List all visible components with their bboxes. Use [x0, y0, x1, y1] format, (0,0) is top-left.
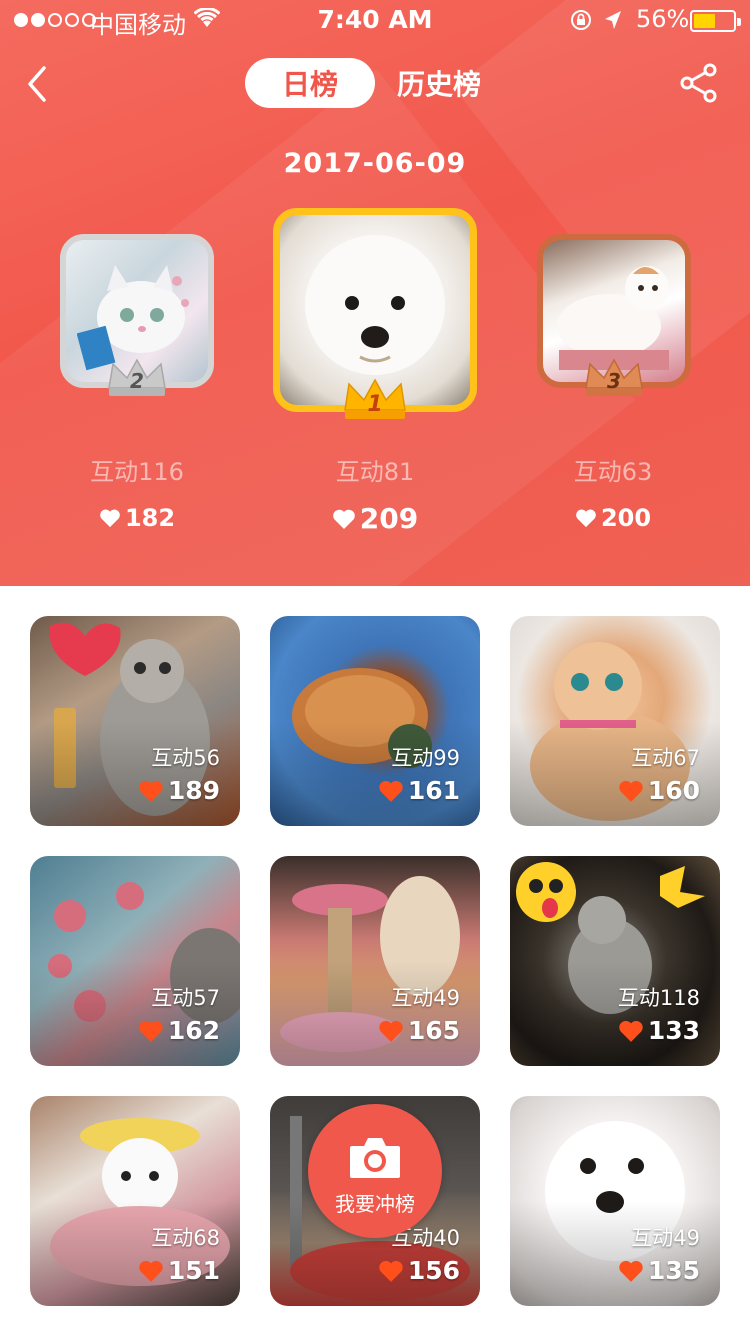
podium-likes-count: 209 — [359, 502, 419, 535]
heart-icon — [139, 1020, 163, 1042]
heart-icon — [139, 780, 163, 802]
cat-photo — [77, 265, 189, 371]
cat-photo — [557, 266, 669, 370]
card-interaction-label: 互动57 — [151, 986, 220, 1010]
podium-likes: 200 — [513, 504, 713, 532]
card-interaction-label: 互动68 — [151, 1226, 220, 1250]
podium-interaction-label: 互动81 — [335, 458, 415, 486]
card-likes: 161 — [378, 776, 460, 805]
heart-icon — [379, 1260, 403, 1282]
card-interaction-label: 互动56 — [151, 746, 220, 770]
podium-interaction-label: 互动63 — [573, 458, 653, 486]
ranking-date: 2017-06-09 — [283, 148, 467, 179]
pet-card[interactable]: 互动56 189 — [30, 616, 240, 826]
card-likes: 151 — [138, 1256, 220, 1285]
pet-card[interactable]: 互动49 135 — [510, 1096, 720, 1306]
card-likes-count: 135 — [647, 1256, 700, 1285]
card-likes: 162 — [138, 1016, 220, 1045]
card-likes-count: 165 — [407, 1016, 460, 1045]
heart-icon — [619, 780, 643, 802]
card-likes: 156 — [378, 1256, 460, 1285]
location-icon — [605, 11, 621, 29]
card-interaction-label: 互动99 — [391, 746, 460, 770]
ranking-tabs: 日榜 历史榜 — [245, 58, 481, 108]
heart-icon — [332, 509, 355, 529]
camera-icon — [350, 1138, 400, 1178]
pet-card[interactable]: 互动57 162 — [30, 856, 240, 1066]
gold-crown-icon: 1 — [344, 378, 406, 419]
card-likes: 165 — [378, 1016, 460, 1045]
crown-rank-number: 3 — [607, 369, 621, 393]
heart-icon — [619, 1260, 643, 1282]
card-likes-count: 151 — [167, 1256, 220, 1285]
status-bar: 中国移动 7:40 AM 56% — [0, 0, 750, 40]
card-likes-count: 162 — [167, 1016, 220, 1045]
podium-interaction-label: 互动116 — [90, 458, 184, 486]
pet-card[interactable]: 互动49 165 — [270, 856, 480, 1066]
card-likes: 160 — [618, 776, 700, 805]
heart-icon — [379, 1020, 403, 1042]
share-button[interactable] — [678, 62, 720, 104]
card-likes-count: 189 — [167, 776, 220, 805]
card-likes-count: 156 — [407, 1256, 460, 1285]
heart-icon — [100, 509, 120, 528]
card-likes-count: 161 — [407, 776, 460, 805]
card-likes-count: 160 — [647, 776, 700, 805]
card-likes: 135 — [618, 1256, 700, 1285]
tab-daily[interactable]: 日榜 — [245, 58, 375, 108]
card-likes: 133 — [618, 1016, 700, 1045]
tab-history[interactable]: 历史榜 — [397, 63, 481, 103]
card-interaction-label: 互动49 — [391, 986, 460, 1010]
back-button[interactable] — [20, 62, 60, 106]
crown-rank-number: 1 — [367, 392, 382, 417]
card-likes-count: 133 — [647, 1016, 700, 1045]
podium-likes-count: 182 — [124, 504, 176, 532]
join-ranking-button[interactable]: 我要冲榜 — [308, 1104, 442, 1238]
pet-card[interactable]: 互动68 151 — [30, 1096, 240, 1306]
card-likes: 189 — [138, 776, 220, 805]
card-interaction-label: 互动67 — [631, 746, 700, 770]
podium-likes: 182 — [37, 504, 237, 532]
pet-card[interactable]: 互动118 133 — [510, 856, 720, 1066]
ranking-header: 中国移动 7:40 AM 56% 日榜 历史榜 2017-06-09 2 1 3… — [0, 0, 750, 586]
battery-icon — [690, 10, 741, 32]
heart-icon — [379, 780, 403, 802]
heart-icon — [619, 1020, 643, 1042]
pet-card[interactable]: 互动67 160 — [510, 616, 720, 826]
bronze-crown-icon: 3 — [585, 358, 643, 396]
join-ranking-label: 我要冲榜 — [335, 1192, 415, 1216]
battery-percentage: 56% — [636, 5, 690, 33]
rotation-lock-icon — [571, 10, 591, 30]
heart-icon — [139, 1260, 163, 1282]
silver-crown-icon: 2 — [108, 358, 166, 396]
podium-likes: 209 — [275, 502, 475, 535]
podium-likes-count: 200 — [600, 504, 652, 532]
crown-rank-number: 2 — [130, 369, 144, 393]
dog-photo — [305, 235, 445, 375]
card-interaction-label: 互动49 — [631, 1226, 700, 1250]
card-interaction-label: 互动118 — [617, 986, 700, 1010]
heart-icon — [576, 509, 596, 528]
pet-card[interactable]: 互动99 161 — [270, 616, 480, 826]
